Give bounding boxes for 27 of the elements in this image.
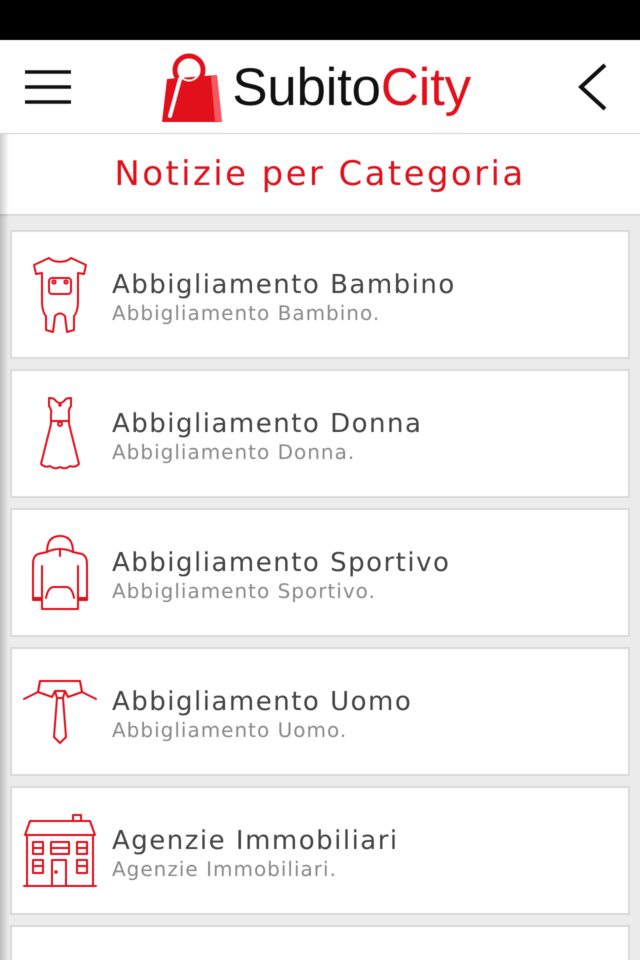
category-title: Abbigliamento Sportivo xyxy=(112,546,450,580)
category-card[interactable]: Abbigliamento Uomo Abbigliamento Uomo. xyxy=(10,647,630,776)
category-card[interactable]: Abbigliamento Sportivo Abbigliamento Sportivo. xyxy=(10,508,630,637)
menu-icon xyxy=(25,70,71,104)
category-card[interactable]: Agenzie Immobiliari Agenzie Immobiliari. xyxy=(10,786,630,915)
romper-icon xyxy=(31,256,89,334)
back-icon xyxy=(578,62,607,110)
category-title: Abbigliamento Uomo xyxy=(112,686,412,718)
house-icon xyxy=(23,814,97,888)
category-description: Agenzie Immobiliari. xyxy=(112,857,337,882)
category-title: Abbigliamento Donna xyxy=(112,408,422,440)
category-description: Abbigliamento Donna. xyxy=(112,440,356,466)
hoodie-icon xyxy=(30,534,90,612)
category-card[interactable]: Abbigliamento Bambino Abbigliamento Bambino. xyxy=(10,230,630,359)
category-title: Agenzie Immobiliari xyxy=(112,824,399,858)
category-title: Abbigliamento Bambino xyxy=(112,268,456,302)
page-title: Notizie per Categoria xyxy=(114,154,526,194)
category-description: Abbigliamento Sportivo. xyxy=(112,579,376,604)
logo-text: SubitoCity xyxy=(232,56,471,119)
category-description: Abbigliamento Uomo. xyxy=(112,718,348,744)
tie-icon xyxy=(22,678,98,744)
bag-with-magnifier-icon xyxy=(161,52,224,122)
back-button[interactable] xyxy=(578,62,607,110)
category-description: Abbigliamento Bambino. xyxy=(112,301,380,326)
category-card[interactable]: Abbigliamento Donna Abbigliamento Donna. xyxy=(10,369,630,498)
dress-icon xyxy=(37,396,83,472)
menu-button[interactable] xyxy=(25,70,71,104)
